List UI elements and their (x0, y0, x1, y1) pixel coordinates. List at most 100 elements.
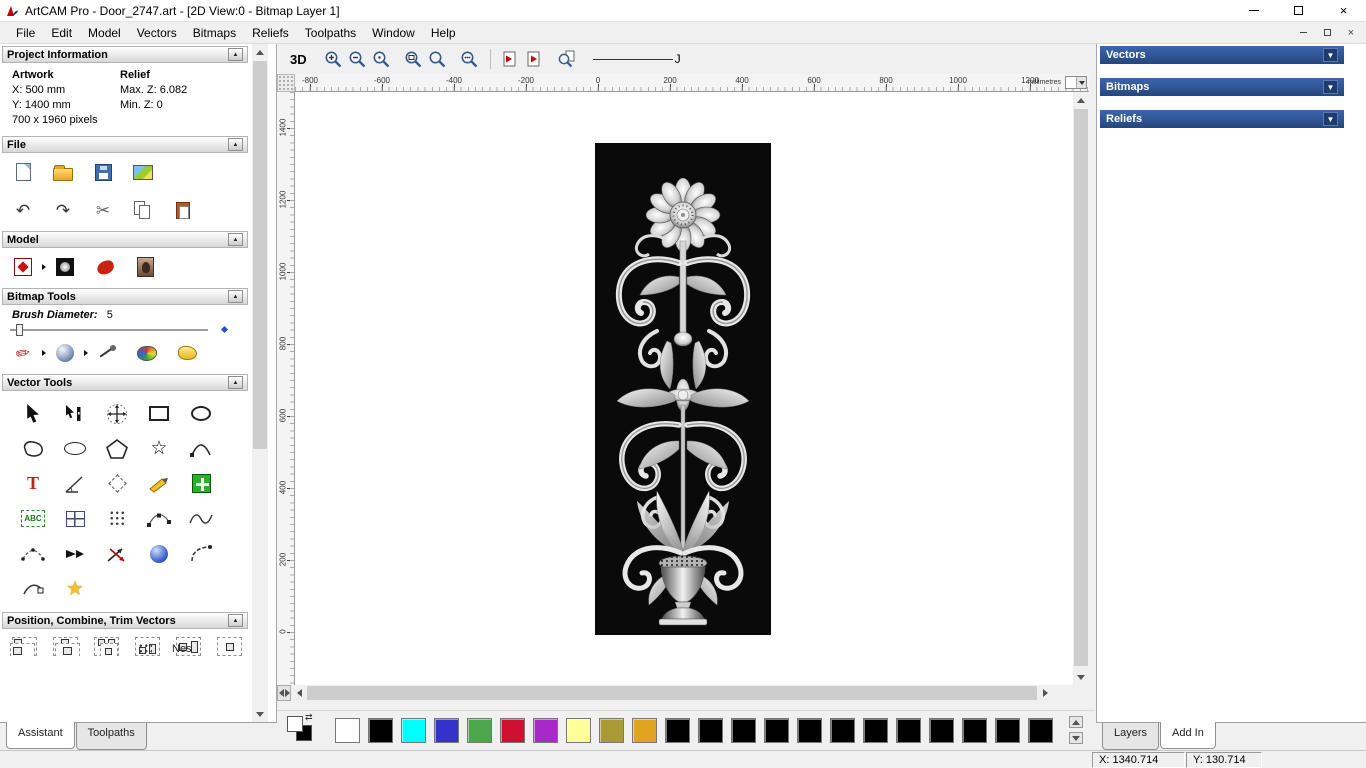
point-array-button[interactable] (96, 501, 138, 536)
palette-swatch-15[interactable] (830, 718, 855, 743)
wrap-star-button[interactable]: ★ (54, 571, 96, 606)
section-collapse-button[interactable]: ▲ (228, 233, 243, 246)
mdi-minimize-button[interactable] (1294, 25, 1312, 40)
guidelines-button[interactable] (54, 501, 96, 536)
line-width-slider[interactable]: J (592, 52, 681, 66)
panel-header-bitmaps[interactable]: Bitmaps ▼ (1100, 78, 1344, 96)
import-image-button[interactable] (130, 159, 156, 185)
node-editing-button[interactable] (54, 396, 96, 431)
interpolate-sphere-button[interactable] (138, 536, 180, 571)
palette-swatch-12[interactable] (731, 718, 756, 743)
text-on-curve-button[interactable]: ABC (12, 501, 54, 536)
zoom-objects-icon[interactable] (458, 48, 481, 70)
minimize-button[interactable] (1231, 0, 1276, 21)
open-model-button[interactable] (50, 159, 76, 185)
panel-splitter-button[interactable] (277, 685, 291, 701)
adjust-model-button[interactable] (52, 254, 78, 280)
tab-assistant[interactable]: Assistant (6, 722, 75, 749)
palette-swatch-5[interactable] (500, 718, 525, 743)
arc-through-points-button[interactable] (12, 536, 54, 571)
palette-swatch-0[interactable] (335, 718, 360, 743)
view-3d-button[interactable]: 3D (285, 51, 312, 68)
block-copy-button[interactable] (180, 466, 222, 501)
panel-header-vectors[interactable]: Vectors ▼ (1100, 46, 1344, 64)
nesting-button[interactable]: Nes (172, 643, 192, 655)
scrollbar-thumb[interactable] (253, 61, 267, 449)
brush-diameter-slider[interactable] (0, 321, 250, 336)
chevron-down-icon[interactable]: ▼ (1323, 80, 1338, 94)
palette-swatch-17[interactable] (896, 718, 921, 743)
section-collapse-button[interactable]: ▲ (228, 138, 243, 151)
canvas-vertical-scrollbar[interactable] (1073, 92, 1089, 685)
join-vectors-button[interactable] (12, 571, 54, 606)
menu-help[interactable]: Help (423, 23, 464, 43)
save-model-button[interactable] (90, 159, 116, 185)
section-collapse-button[interactable]: ▲ (228, 290, 243, 303)
subtract-vectors-button[interactable] (100, 643, 118, 656)
palette-swatch-9[interactable] (632, 718, 657, 743)
select-vectors-button[interactable] (12, 396, 54, 431)
new-model-button[interactable] (10, 159, 36, 185)
flyout-arrow-icon[interactable] (84, 350, 88, 356)
slider-handle[interactable] (16, 323, 23, 336)
foreground-background-colours[interactable]: ⇄ (287, 712, 317, 744)
colour-blend-button[interactable] (52, 340, 78, 366)
palette-swatch-4[interactable] (467, 718, 492, 743)
menu-vectors[interactable]: Vectors (129, 23, 185, 43)
cut-button[interactable]: ✂ (90, 197, 116, 223)
create-polygon-button[interactable] (96, 431, 138, 466)
create-freehand-button[interactable] (12, 431, 54, 466)
scrollbar-thumb[interactable] (307, 686, 1037, 700)
direction-arrows-button[interactable] (54, 536, 96, 571)
close-button[interactable]: × (1321, 0, 1366, 21)
relief-tool-button[interactable] (92, 254, 118, 280)
create-rectangle-button[interactable] (138, 396, 180, 431)
scroll-up-button[interactable] (1073, 92, 1089, 108)
chevron-down-icon[interactable]: ▼ (1323, 112, 1338, 126)
menu-toolpaths[interactable]: Toolpaths (297, 23, 364, 43)
palette-swatch-3[interactable] (434, 718, 459, 743)
slider-track[interactable] (10, 323, 208, 336)
flyout-arrow-icon[interactable] (42, 264, 46, 270)
swap-colours-icon[interactable]: ⇄ (305, 712, 313, 723)
tab-add-in[interactable]: Add In (1160, 722, 1216, 749)
palette-swatch-10[interactable] (665, 718, 690, 743)
copy-button[interactable] (130, 197, 156, 223)
palette-swatch-13[interactable] (764, 718, 789, 743)
weld-vectors-button[interactable] (55, 643, 80, 656)
create-text-button[interactable]: T (12, 466, 54, 501)
tab-toolpaths[interactable]: Toolpaths (75, 723, 147, 750)
scroll-right-button[interactable] (1037, 685, 1053, 701)
paint-brush-button[interactable]: ✏ (8, 338, 38, 368)
colour-palette-button[interactable] (134, 340, 160, 366)
assistant-scrollbar[interactable] (252, 44, 268, 722)
menu-reliefs[interactable]: Reliefs (244, 23, 297, 43)
measure-tool-button[interactable] (54, 466, 96, 501)
palette-swatch-2[interactable] (401, 718, 426, 743)
tab-layers[interactable]: Layers (1102, 723, 1160, 750)
paste-button[interactable] (170, 197, 196, 223)
palette-scroll-up-button[interactable] (1069, 716, 1083, 728)
ruler-units-combo[interactable] (1065, 76, 1087, 89)
scatter-points-button[interactable] (138, 643, 152, 655)
scroll-up-button[interactable] (252, 44, 268, 60)
create-arc-button[interactable] (180, 431, 222, 466)
zoom-1to1-icon[interactable] (370, 48, 393, 70)
scroll-left-button[interactable] (291, 685, 307, 701)
centre-in-page-button[interactable] (217, 637, 242, 656)
palette-swatch-11[interactable] (698, 718, 723, 743)
snap-diamond-button[interactable] (96, 466, 138, 501)
scrollbar-thumb[interactable] (1074, 109, 1088, 666)
combine-vectors-button[interactable] (10, 643, 35, 656)
offset-vectors-button[interactable] (138, 466, 180, 501)
palette-swatch-20[interactable] (995, 718, 1020, 743)
previous-view-icon[interactable] (499, 48, 522, 70)
palette-swatch-6[interactable] (533, 718, 558, 743)
palette-swatch-21[interactable] (1028, 718, 1053, 743)
next-view-icon[interactable] (523, 48, 546, 70)
canvas-horizontal-scrollbar[interactable] (277, 685, 1073, 701)
section-collapse-button[interactable]: ▲ (228, 614, 243, 627)
mdi-restore-button[interactable] (1318, 25, 1336, 40)
create-circle-button[interactable] (180, 396, 222, 431)
zoom-rectangle-icon[interactable] (402, 48, 425, 70)
